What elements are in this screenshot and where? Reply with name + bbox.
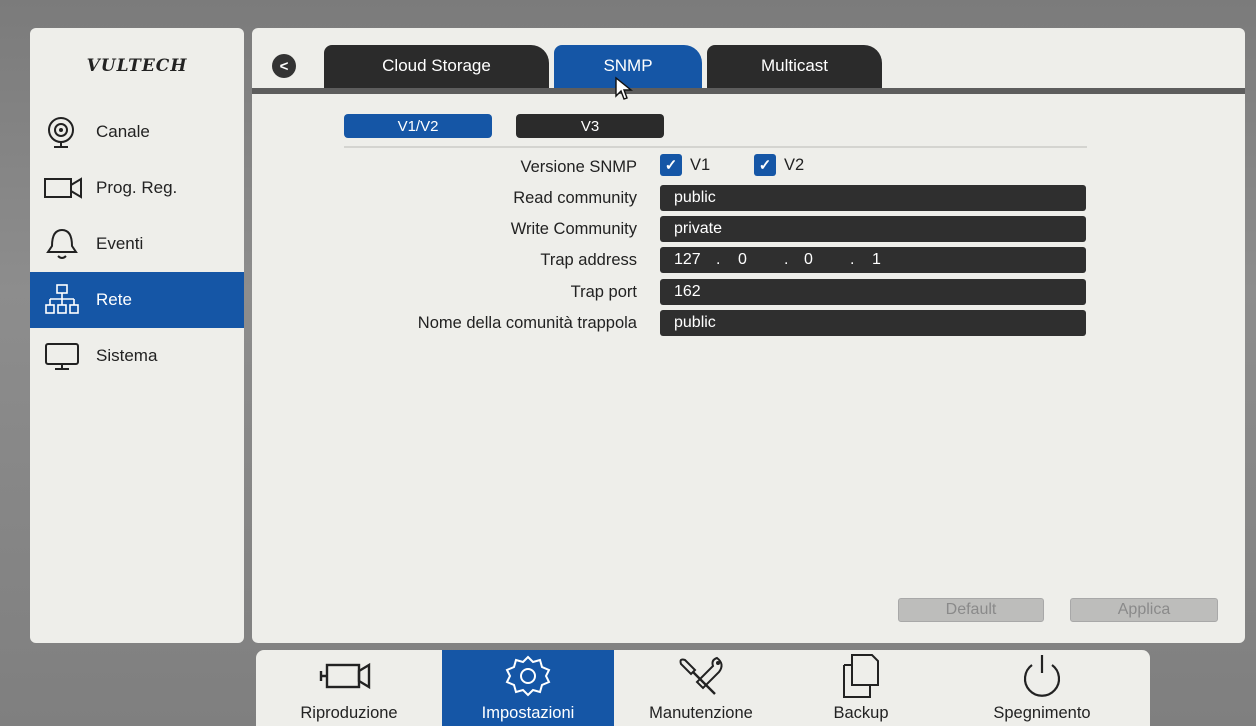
trap-address-field[interactable]: 127 . 0 . 0 . 1 [660,247,1086,273]
subtab-v3[interactable]: V3 [516,114,664,138]
tab-label: Multicast [760,56,829,75]
tab-multicast[interactable]: Multicast [707,45,882,91]
camera-lens-icon [44,114,84,150]
subtab-v1v2[interactable]: V1/V2 [344,114,492,138]
trap-community-field[interactable]: public [660,310,1086,336]
snmp-version-row: Versione SNMP ✓ V1 ✓ V2 [252,154,1245,182]
tab-cloud-storage[interactable]: Cloud Storage [324,45,549,91]
ip-octet-4[interactable]: 1 [872,247,881,273]
video-camera-icon [44,170,84,206]
v1-label: V1 [690,155,711,174]
sidebar-item-label: Eventi [96,234,144,253]
monitor-icon [44,338,84,374]
write-community-row: Write Community private [252,216,1245,244]
trap-port-row: Trap port 162 [252,279,1245,307]
sidebar-item-prog-reg[interactable]: Prog. Reg. [30,160,244,216]
sidebar-item-rete[interactable]: Rete [30,272,244,328]
network-icon [44,282,84,318]
apply-button[interactable]: Applica [1070,598,1218,622]
dock-item-backup[interactable]: Backup [788,650,934,726]
dock-item-spegnimento[interactable]: Spegnimento [934,650,1150,726]
trap-community-row: Nome della comunità trappola public [252,310,1245,338]
checkmark-icon: ✓ [754,154,776,176]
gear-icon [504,652,552,700]
sidebar-item-canale[interactable]: Canale [30,104,244,160]
snmp-version-label: Versione SNMP [520,158,637,176]
dock-item-riproduzione[interactable]: Riproduzione [256,650,442,726]
mouse-pointer-icon [614,76,634,107]
tools-icon [675,652,727,700]
sidebar-item-sistema[interactable]: Sistema [30,328,244,384]
dock-item-label: Backup [833,704,889,722]
divider [344,146,1087,148]
power-icon [1012,652,1072,700]
bottom-dock: Riproduzione Impostazioni Manutenzione B… [256,650,1150,726]
read-community-field[interactable]: public [660,185,1086,211]
subtab-label: V1/V2 [397,117,439,135]
tab-underline [252,88,1245,94]
sidebar-item-label: Prog. Reg. [96,178,178,197]
sidebar-item-label: Canale [96,122,150,141]
subtab-label: V3 [580,117,600,135]
trap-port-label: Trap port [570,283,637,301]
dock-item-label: Riproduzione [300,704,398,722]
ip-octet-3[interactable]: 0 [804,247,813,273]
trap-address-label: Trap address [540,251,637,269]
write-community-field[interactable]: private [660,216,1086,242]
dock-item-label: Manutenzione [649,704,753,722]
bell-icon [44,226,84,262]
dock-item-impostazioni[interactable]: Impostazioni [442,650,614,726]
trap-community-label: Nome della comunità trappola [417,314,637,332]
default-button[interactable]: Default [898,598,1044,622]
v2-label: V2 [784,155,805,174]
sidebar-item-label: Sistema [96,346,158,365]
dock-item-label: Impostazioni [481,704,575,722]
video-camera-icon [313,652,385,700]
tab-label: Cloud Storage [382,56,491,75]
ip-separator: . [784,251,789,268]
write-community-label: Write Community [510,220,637,238]
v2-checkbox[interactable]: ✓ V2 [754,154,804,176]
tab-label: SNMP [603,56,653,75]
ip-separator: . [850,251,855,268]
checkmark-icon: ✓ [660,154,682,176]
tab-bar: < Cloud Storage SNMP Multicast [252,28,1245,94]
sidebar: VULTECH Canale Prog. Reg. Eventi Rete Si… [30,28,244,643]
back-button[interactable]: < [272,54,296,78]
dock-item-manutenzione[interactable]: Manutenzione [614,650,788,726]
v1-checkbox[interactable]: ✓ V1 [660,154,710,176]
read-community-row: Read community public [252,185,1245,213]
trap-port-field[interactable]: 162 [660,279,1086,305]
ip-octet-1[interactable]: 127 [674,247,701,273]
dock-item-label: Spegnimento [993,704,1091,722]
copy-documents-icon [838,652,884,700]
sidebar-item-label: Rete [96,290,132,309]
sidebar-item-eventi[interactable]: Eventi [30,216,244,272]
ip-separator: . [716,251,721,268]
ip-octet-2[interactable]: 0 [738,247,747,273]
trap-address-row: Trap address 127 . 0 . 0 . 1 [252,247,1245,275]
main-panel: < Cloud Storage SNMP Multicast V1/V2 V3 … [252,28,1245,643]
brand-logo: VULTECH [86,56,188,76]
read-community-label: Read community [513,189,637,207]
